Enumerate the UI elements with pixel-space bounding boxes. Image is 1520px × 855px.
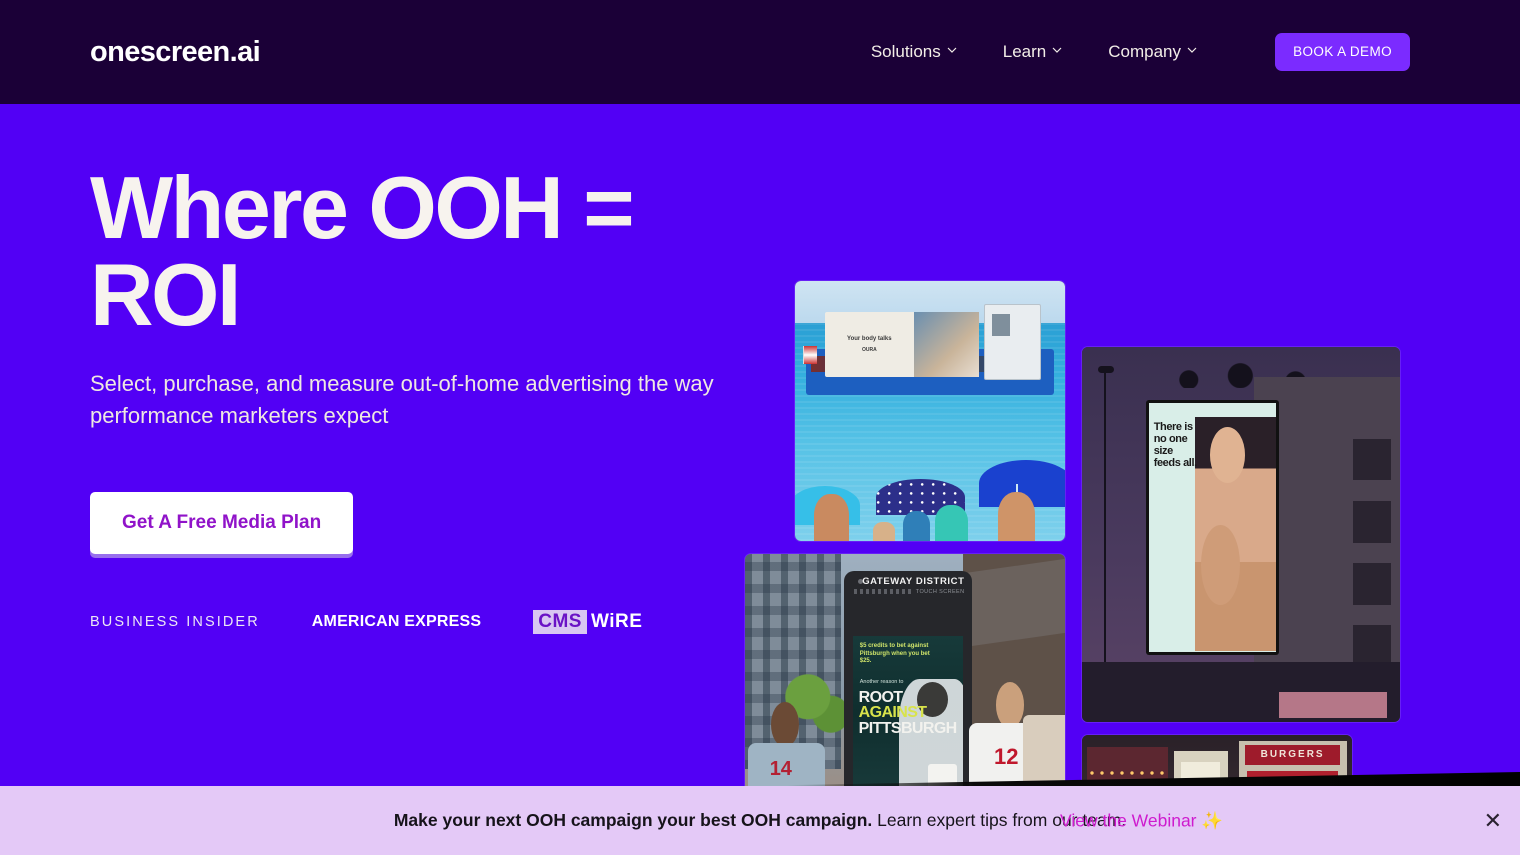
beachgoers — [795, 491, 1065, 541]
site-header: onescreen.ai Solutions Learn Company BOO… — [0, 0, 1520, 104]
person — [935, 505, 968, 541]
view-webinar-link[interactable]: View the Webinar ✨ — [1060, 810, 1223, 831]
boat-cabin — [984, 304, 1041, 380]
ad-headline-line3: PITTSBURGH — [858, 719, 958, 737]
kiosk-touch-label: TOUCH SCREEN — [915, 589, 965, 596]
pedestrian-background — [1023, 715, 1065, 786]
billboard-photo-subject — [1194, 417, 1277, 652]
jersey-number-right: 12 — [993, 744, 1019, 770]
street-lamp — [1098, 365, 1115, 689]
person — [813, 494, 849, 541]
ad-headline-line2: AGAINST — [858, 704, 927, 722]
nav-item-company[interactable]: Company — [1085, 42, 1220, 62]
logo-business-insider: BUSINESS INSIDER — [90, 614, 260, 631]
ad-headline: ROOT AGAINST PITTSBURGH — [858, 689, 958, 737]
press-logo-row: BUSINESS INSIDER AMERICAN EXPRESS CMS Wi… — [90, 610, 770, 635]
photo-street-kiosk: GATEWAY DISTRICT TOUCH SCREEN $5 credits… — [745, 554, 1065, 786]
billboard-face: There is no one size feeds all. — [1148, 402, 1277, 652]
nav-label-learn: Learn — [1002, 42, 1047, 61]
logo-cmswire-wire: WiRE — [590, 611, 643, 633]
book-a-demo-button[interactable]: BOOK A DEMO — [1275, 33, 1410, 71]
boat-billboard-face: Your body talks OURA — [824, 312, 979, 378]
pedestrian-body — [1023, 715, 1065, 786]
page-title: Where OOH = ROI — [90, 158, 635, 345]
person — [903, 511, 930, 541]
boat-billboard-brand: OURA — [861, 347, 877, 354]
window — [1353, 563, 1392, 605]
chevron-down-icon — [1052, 45, 1062, 55]
storefront-sign: BURGERS — [1245, 744, 1341, 766]
hero-section: Where OOH = ROI Select, purchase, and me… — [0, 104, 1520, 786]
chevron-down-icon — [1187, 45, 1197, 55]
billboard-frame: There is no one size feeds all. — [1145, 399, 1280, 655]
kiosk-header: GATEWAY DISTRICT TOUCH SCREEN — [844, 571, 972, 633]
chevron-down-icon — [947, 45, 957, 55]
close-icon[interactable]: ✕ — [1484, 809, 1502, 832]
pedestrian-left: 14 — [748, 701, 825, 786]
ad-subline: Another reason to — [859, 678, 904, 685]
hero-copy: Where OOH = ROI Select, purchase, and me… — [90, 158, 770, 635]
kiosk-screen: $5 credits to bet against Pittsburgh whe… — [853, 635, 964, 786]
window — [1353, 501, 1392, 543]
logo-american-express: AMERICAN EXPRESS — [311, 613, 482, 631]
storefront-glow — [1279, 692, 1388, 719]
nav-label-solutions: Solutions — [870, 42, 941, 61]
nav-label-company: Company — [1108, 42, 1181, 61]
jersey-number-left: 14 — [769, 758, 792, 781]
nav-item-solutions[interactable]: Solutions — [848, 42, 980, 62]
photo-night-billboard: There is no one size feeds all. — [1082, 347, 1400, 722]
site-logo[interactable]: onescreen.ai — [90, 36, 261, 69]
photo-boat-billboard: Your body talks OURA — [795, 281, 1065, 541]
kiosk-title: GATEWAY DISTRICT — [862, 576, 965, 588]
hero-subheading: Select, purchase, and measure out-of-hom… — [90, 371, 714, 429]
nav-item-learn[interactable]: Learn — [980, 42, 1085, 62]
person — [997, 491, 1036, 541]
logo-cmswire: CMS WiRE — [533, 610, 643, 635]
get-free-media-plan-button[interactable]: Get A Free Media Plan — [90, 492, 354, 555]
window — [1353, 439, 1392, 481]
pedestrian-head — [995, 681, 1024, 728]
window — [1353, 625, 1392, 667]
promo-banner-bold: Make your next OOH campaign your best OO… — [393, 810, 873, 831]
boat-billboard-headline: Your body talks — [847, 336, 892, 343]
skyline-graphic — [854, 589, 913, 594]
promo-banner-text: Make your next OOH campaign your best OO… — [394, 809, 1126, 831]
ad-offer-text: $5 credits to bet against Pittsburgh whe… — [859, 643, 930, 665]
digital-kiosk: GATEWAY DISTRICT TOUCH SCREEN $5 credits… — [844, 570, 973, 786]
logo-cmswire-box: CMS — [533, 610, 587, 635]
flag-icon — [803, 346, 817, 365]
billboard-headline: There is no one size feeds all. — [1153, 421, 1197, 470]
boat-billboard-text: Your body talks OURA — [825, 312, 914, 377]
ad-headline-line1: ROOT — [858, 689, 903, 707]
promo-banner: Make your next OOH campaign your best OO… — [0, 786, 1520, 855]
pedestrian-head — [771, 701, 799, 747]
boat-billboard-image — [913, 312, 979, 378]
person — [873, 522, 895, 541]
main-navigation: Solutions Learn Company — [848, 0, 1220, 104]
